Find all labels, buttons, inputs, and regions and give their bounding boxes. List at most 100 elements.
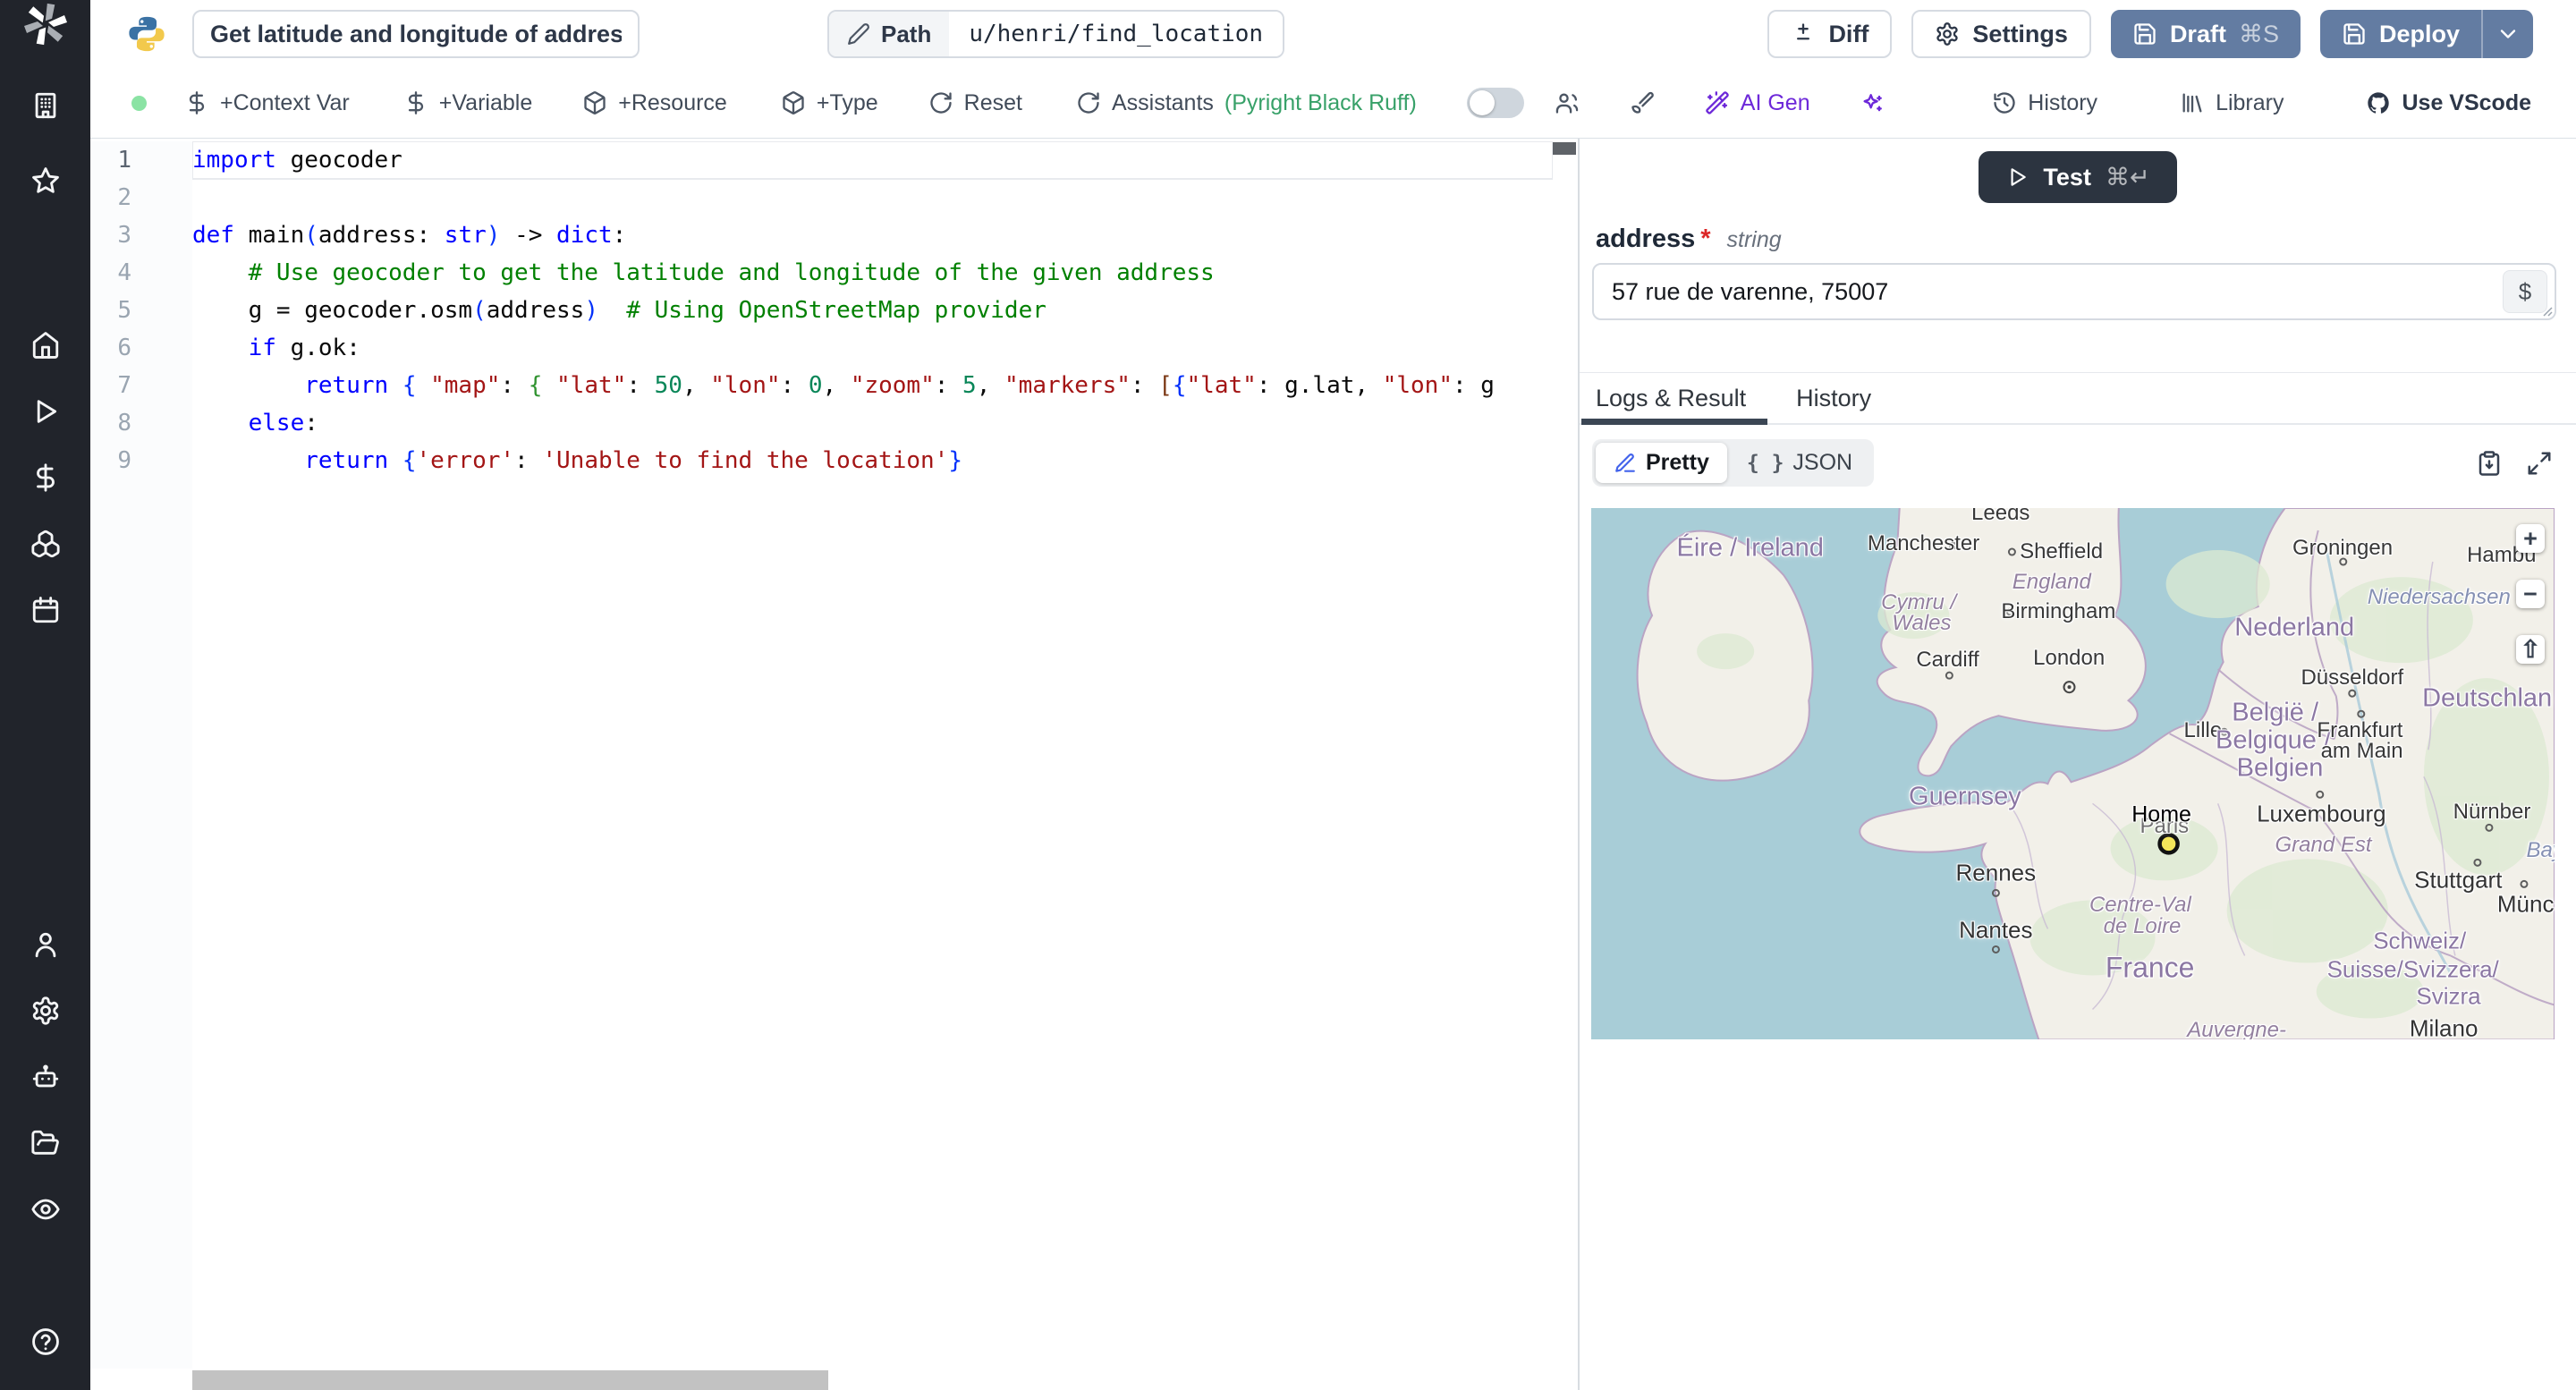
assistants-detail: (Pyright Black Ruff) bbox=[1224, 89, 1417, 115]
help-question-icon[interactable] bbox=[26, 1322, 65, 1361]
main-area: Path u/henri/find_location Diff Settings… bbox=[90, 0, 2576, 1390]
assistants-button[interactable]: Assistants (Pyright Black Ruff) bbox=[1076, 90, 1417, 116]
audit-eye-icon[interactable] bbox=[26, 1190, 65, 1229]
line-number: 8 bbox=[117, 410, 131, 436]
windmill-logo[interactable] bbox=[0, 0, 90, 47]
tab-logs-result[interactable]: Logs & Result bbox=[1580, 373, 1768, 425]
braces-icon: { } bbox=[1746, 451, 1784, 475]
code-line[interactable]: import geocoder bbox=[192, 141, 1553, 180]
code-line[interactable] bbox=[192, 179, 1553, 216]
map-label: Deutschlan bbox=[2422, 683, 2553, 713]
refresh-icon bbox=[1078, 92, 1099, 114]
map-label: Leeds bbox=[1971, 508, 2030, 525]
diff-icon bbox=[1797, 23, 1810, 40]
settings-gear-icon[interactable] bbox=[26, 991, 65, 1030]
code-line[interactable]: g = geocoder.osm(address) # Using OpenSt… bbox=[192, 292, 1553, 329]
use-vscode-button[interactable]: Use VScode bbox=[2366, 90, 2531, 116]
address-field-wrapper: $ bbox=[1592, 263, 2556, 320]
gutter: 1 2 3 4 5 6 7 8 9 bbox=[90, 141, 192, 1369]
line-number: 5 bbox=[117, 297, 131, 324]
map-label: Grand Est bbox=[2275, 833, 2372, 858]
sparkles-icon[interactable] bbox=[1860, 90, 1885, 115]
save-icon bbox=[2343, 23, 2365, 45]
settings-button[interactable]: Settings bbox=[1911, 10, 2091, 58]
home-icon[interactable] bbox=[26, 326, 65, 365]
map-label: Auvergne- bbox=[2187, 1017, 2286, 1039]
path-widget[interactable]: Path u/henri/find_location bbox=[827, 10, 1285, 58]
favorites-star-icon[interactable] bbox=[26, 161, 65, 200]
toggle-knob bbox=[1469, 90, 1495, 115]
schedules-calendar-icon[interactable] bbox=[26, 590, 65, 630]
map-label: Rennes bbox=[1955, 859, 2037, 886]
preview-panel: Test ⌘↵ address * string $ bbox=[1580, 139, 2576, 1390]
line-number: 7 bbox=[117, 372, 131, 399]
expand-icon[interactable] bbox=[2526, 450, 2553, 477]
reset-button[interactable]: Reset bbox=[928, 90, 1022, 116]
map-label: Wales bbox=[1892, 611, 1952, 636]
copy-clipboard-icon[interactable] bbox=[2476, 450, 2503, 477]
format-brush-icon[interactable] bbox=[1630, 90, 1655, 115]
tab-history[interactable]: History bbox=[1796, 373, 1871, 423]
line-number: 9 bbox=[117, 447, 131, 474]
script-name-input[interactable] bbox=[192, 10, 640, 58]
map-label: Belgique / bbox=[2216, 725, 2332, 755]
add-context-var-button[interactable]: +Context Var bbox=[184, 90, 350, 116]
editor-vertical-scrollbar[interactable] bbox=[1553, 142, 1576, 155]
pretty-toggle[interactable]: Pretty bbox=[1596, 443, 1727, 483]
code-line[interactable]: # Use geocoder to get the latitude and l… bbox=[192, 254, 1553, 292]
code-lines[interactable]: import geocoder def main(address: str) ->… bbox=[192, 141, 1553, 479]
editor-horizontal-scrollbar[interactable] bbox=[192, 1370, 828, 1390]
path-edit[interactable]: Path bbox=[829, 12, 950, 56]
resize-handle[interactable] bbox=[2538, 302, 2553, 317]
line-number: 3 bbox=[117, 222, 131, 249]
save-draft-button[interactable]: Draft ⌘S bbox=[2110, 10, 2301, 58]
resources-boxes-icon[interactable] bbox=[26, 524, 65, 564]
add-type-button[interactable]: +Type bbox=[781, 90, 878, 116]
result-map[interactable]: Leeds Éire / Ireland Manchester Sheffield En… bbox=[1591, 508, 2555, 1039]
dollar-icon bbox=[408, 91, 423, 114]
map-label: Milano bbox=[2409, 1014, 2479, 1039]
map-label: Düsseldorf bbox=[2301, 665, 2404, 691]
map-label: Svizra bbox=[2416, 982, 2481, 1010]
address-input[interactable] bbox=[1594, 265, 2555, 318]
add-resource-button[interactable]: +Resource bbox=[582, 90, 727, 116]
folders-icon[interactable] bbox=[26, 1123, 65, 1163]
deploy-button[interactable]: Deploy bbox=[2320, 10, 2481, 58]
ai-gen-button[interactable]: AI Gen bbox=[1705, 90, 1810, 116]
history-button[interactable]: History bbox=[1992, 90, 2097, 116]
runs-play-icon[interactable] bbox=[26, 392, 65, 431]
sidebar bbox=[0, 0, 90, 1390]
workers-bot-icon[interactable] bbox=[26, 1057, 65, 1097]
map-label: Nürnber bbox=[2453, 800, 2531, 825]
save-icon bbox=[2134, 23, 2156, 45]
top-bar: Path u/henri/find_location Diff Settings… bbox=[90, 0, 2576, 68]
map-label: Cardiff bbox=[1916, 647, 1979, 672]
user-account-icon[interactable] bbox=[26, 925, 65, 964]
map-zoom-out-button[interactable]: − bbox=[2516, 580, 2545, 608]
line-number: 4 bbox=[117, 259, 131, 286]
code-line[interactable]: return {'error': 'Unable to find the loc… bbox=[192, 442, 1553, 479]
library-button[interactable]: Library bbox=[2180, 90, 2284, 116]
code-line[interactable]: if g.ok: bbox=[192, 329, 1553, 367]
code-line[interactable]: return { "map": { "lat": 50, "lon": 0, "… bbox=[192, 367, 1553, 404]
code-line[interactable]: else: bbox=[192, 404, 1553, 442]
line-number: 6 bbox=[117, 335, 131, 361]
map-zoom-in-button[interactable]: + bbox=[2516, 524, 2545, 553]
workspace-building-icon[interactable] bbox=[26, 86, 65, 125]
deploy-menu-button[interactable] bbox=[2481, 10, 2533, 58]
map-label: België / bbox=[2232, 698, 2319, 727]
code-editor[interactable]: 1 2 3 4 5 6 7 8 9 import geocoder def main(addres… bbox=[90, 139, 1580, 1390]
gear-icon bbox=[1936, 22, 1959, 46]
pen-icon bbox=[1615, 453, 1635, 472]
code-line[interactable]: def main(address: str) -> dict: bbox=[192, 216, 1553, 254]
json-toggle[interactable]: { } JSON bbox=[1729, 443, 1870, 483]
map-locate-button[interactable]: ⇧ bbox=[2516, 635, 2545, 664]
language-status-dot bbox=[131, 95, 147, 111]
diff-button[interactable]: Diff bbox=[1767, 10, 1893, 58]
add-variable-button[interactable]: +Variable bbox=[403, 90, 532, 116]
multiplayer-toggle[interactable] bbox=[1466, 88, 1524, 118]
multiplayer-users-icon[interactable] bbox=[1555, 90, 1580, 115]
test-run-button[interactable]: Test ⌘↵ bbox=[1979, 151, 2177, 203]
variables-dollar-icon[interactable] bbox=[26, 458, 65, 497]
map-label: Suisse/Svizzera/ bbox=[2326, 955, 2499, 983]
